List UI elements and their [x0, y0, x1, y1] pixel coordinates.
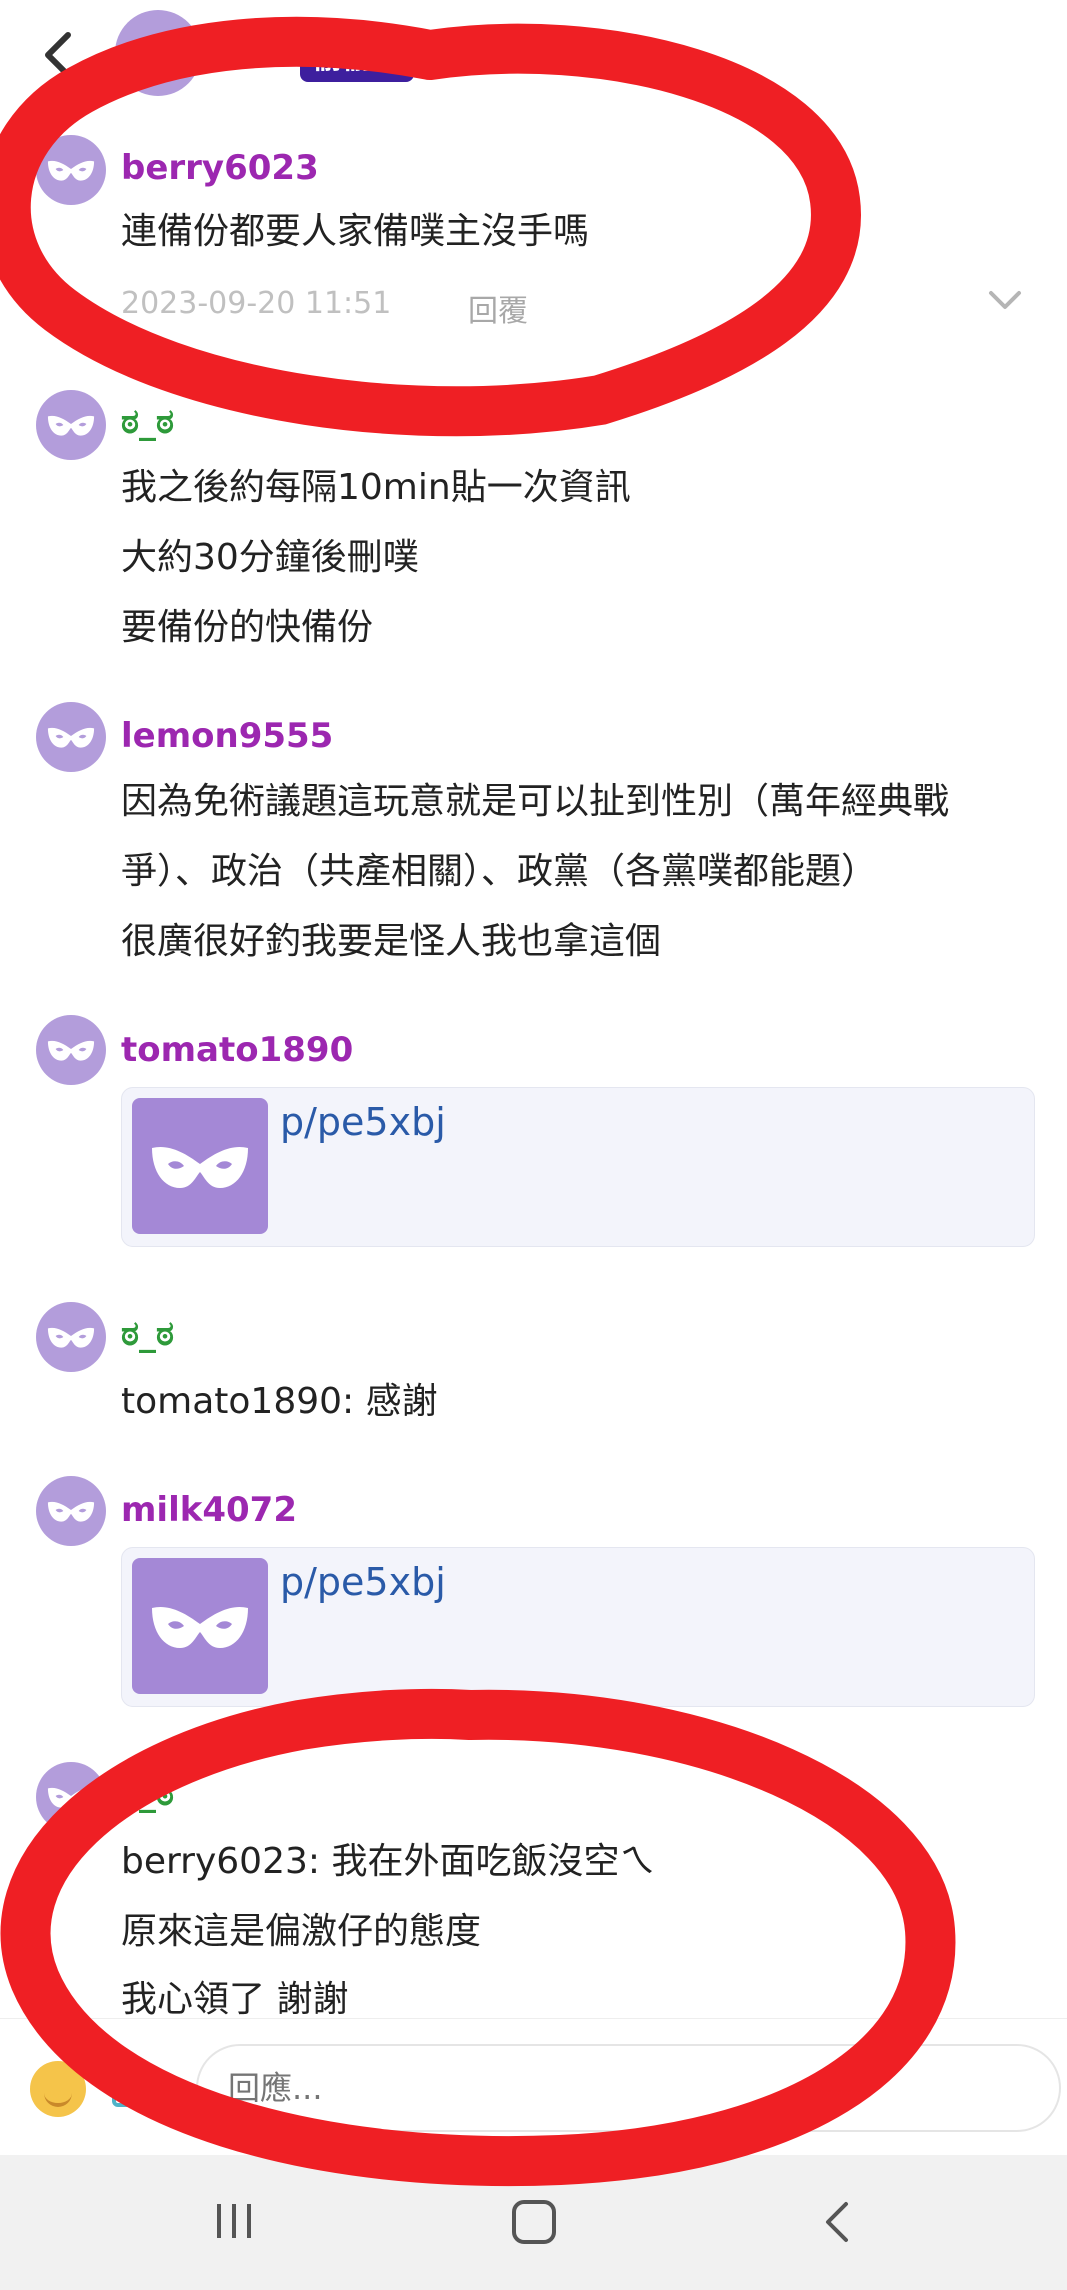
- chevron-down-icon[interactable]: [985, 287, 1025, 313]
- image-icon[interactable]: [112, 2067, 156, 2107]
- mask-icon: [47, 415, 95, 436]
- comment-text: 要備份的快備份: [121, 607, 374, 648]
- home-icon[interactable]: [512, 2200, 556, 2244]
- mask-icon: [47, 160, 95, 181]
- back-icon[interactable]: [30, 25, 90, 85]
- reply-bar: [0, 2018, 1067, 2155]
- comment-text: tomato1890: 感謝: [121, 1381, 438, 1422]
- anonymous-badge: 偷偷說: [300, 36, 414, 82]
- avatar[interactable]: [36, 390, 106, 460]
- link-text[interactable]: p/pe5xbj: [280, 1100, 446, 1144]
- header: ಠ_ಠ 偷偷說: [0, 0, 1067, 110]
- avatar[interactable]: [36, 135, 106, 205]
- username[interactable]: ಠ_ಠ: [121, 1774, 174, 1814]
- link-preview-card[interactable]: p/pe5xbj: [121, 1087, 1035, 1247]
- mask-icon: [47, 1327, 95, 1348]
- header-avatar[interactable]: [115, 10, 201, 96]
- comment-text: berry6023: 我在外面吃飯沒空ㄟ: [121, 1841, 656, 1882]
- smiley-icon[interactable]: [30, 2061, 86, 2117]
- mask-icon: [152, 1606, 248, 1648]
- comment-text: 我之後約每隔10min貼一次資訊: [121, 467, 631, 508]
- username[interactable]: lemon9555: [121, 716, 333, 756]
- mask-icon: [152, 1146, 248, 1188]
- username[interactable]: milk4072: [121, 1490, 297, 1530]
- link-thumbnail: [132, 1098, 268, 1234]
- reply-link[interactable]: 回覆: [468, 286, 528, 330]
- avatar[interactable]: [36, 1302, 106, 1372]
- mask-icon: [47, 1501, 95, 1522]
- reply-input[interactable]: [196, 2044, 1061, 2132]
- comment-text: 因為免術議題這玩意就是可以扯到性別（萬年經典戰: [121, 781, 950, 822]
- comment-text: 原來這是偏激仔的態度: [121, 1911, 482, 1952]
- comment-text: 爭）、政治（共產相關）、政黨（各黨噗都能題）: [121, 851, 878, 892]
- comment-text: 大約30分鐘後刪噗: [121, 537, 419, 578]
- back-icon[interactable]: [818, 2199, 858, 2245]
- avatar[interactable]: [36, 1762, 106, 1832]
- mask-icon: [47, 1787, 95, 1808]
- mask-icon: [47, 1040, 95, 1061]
- comment-text: 我心領了 謝謝: [121, 1979, 349, 2020]
- system-navigation-bar: [0, 2155, 1067, 2290]
- username[interactable]: ಠ_ಠ: [121, 402, 174, 442]
- header-name: ಠ_ಠ: [210, 30, 263, 70]
- comment-text: 很廣很好釣我要是怪人我也拿這個: [121, 921, 662, 962]
- link-text[interactable]: p/pe5xbj: [280, 1560, 446, 1604]
- avatar[interactable]: [36, 1476, 106, 1546]
- avatar[interactable]: [36, 702, 106, 772]
- link-preview-card[interactable]: p/pe5xbj: [121, 1547, 1035, 1707]
- username[interactable]: tomato1890: [121, 1030, 353, 1070]
- username[interactable]: berry6023: [121, 148, 319, 188]
- avatar[interactable]: [36, 1015, 106, 1085]
- recent-apps-icon[interactable]: [213, 2200, 255, 2242]
- link-thumbnail: [132, 1558, 268, 1694]
- username[interactable]: ಠ_ಠ: [121, 1314, 174, 1354]
- comment-timestamp: 2023-09-20 11:51: [121, 286, 392, 321]
- mask-icon: [47, 727, 95, 748]
- comment-text: 連備份都要人家備噗主沒手嗎: [121, 211, 590, 252]
